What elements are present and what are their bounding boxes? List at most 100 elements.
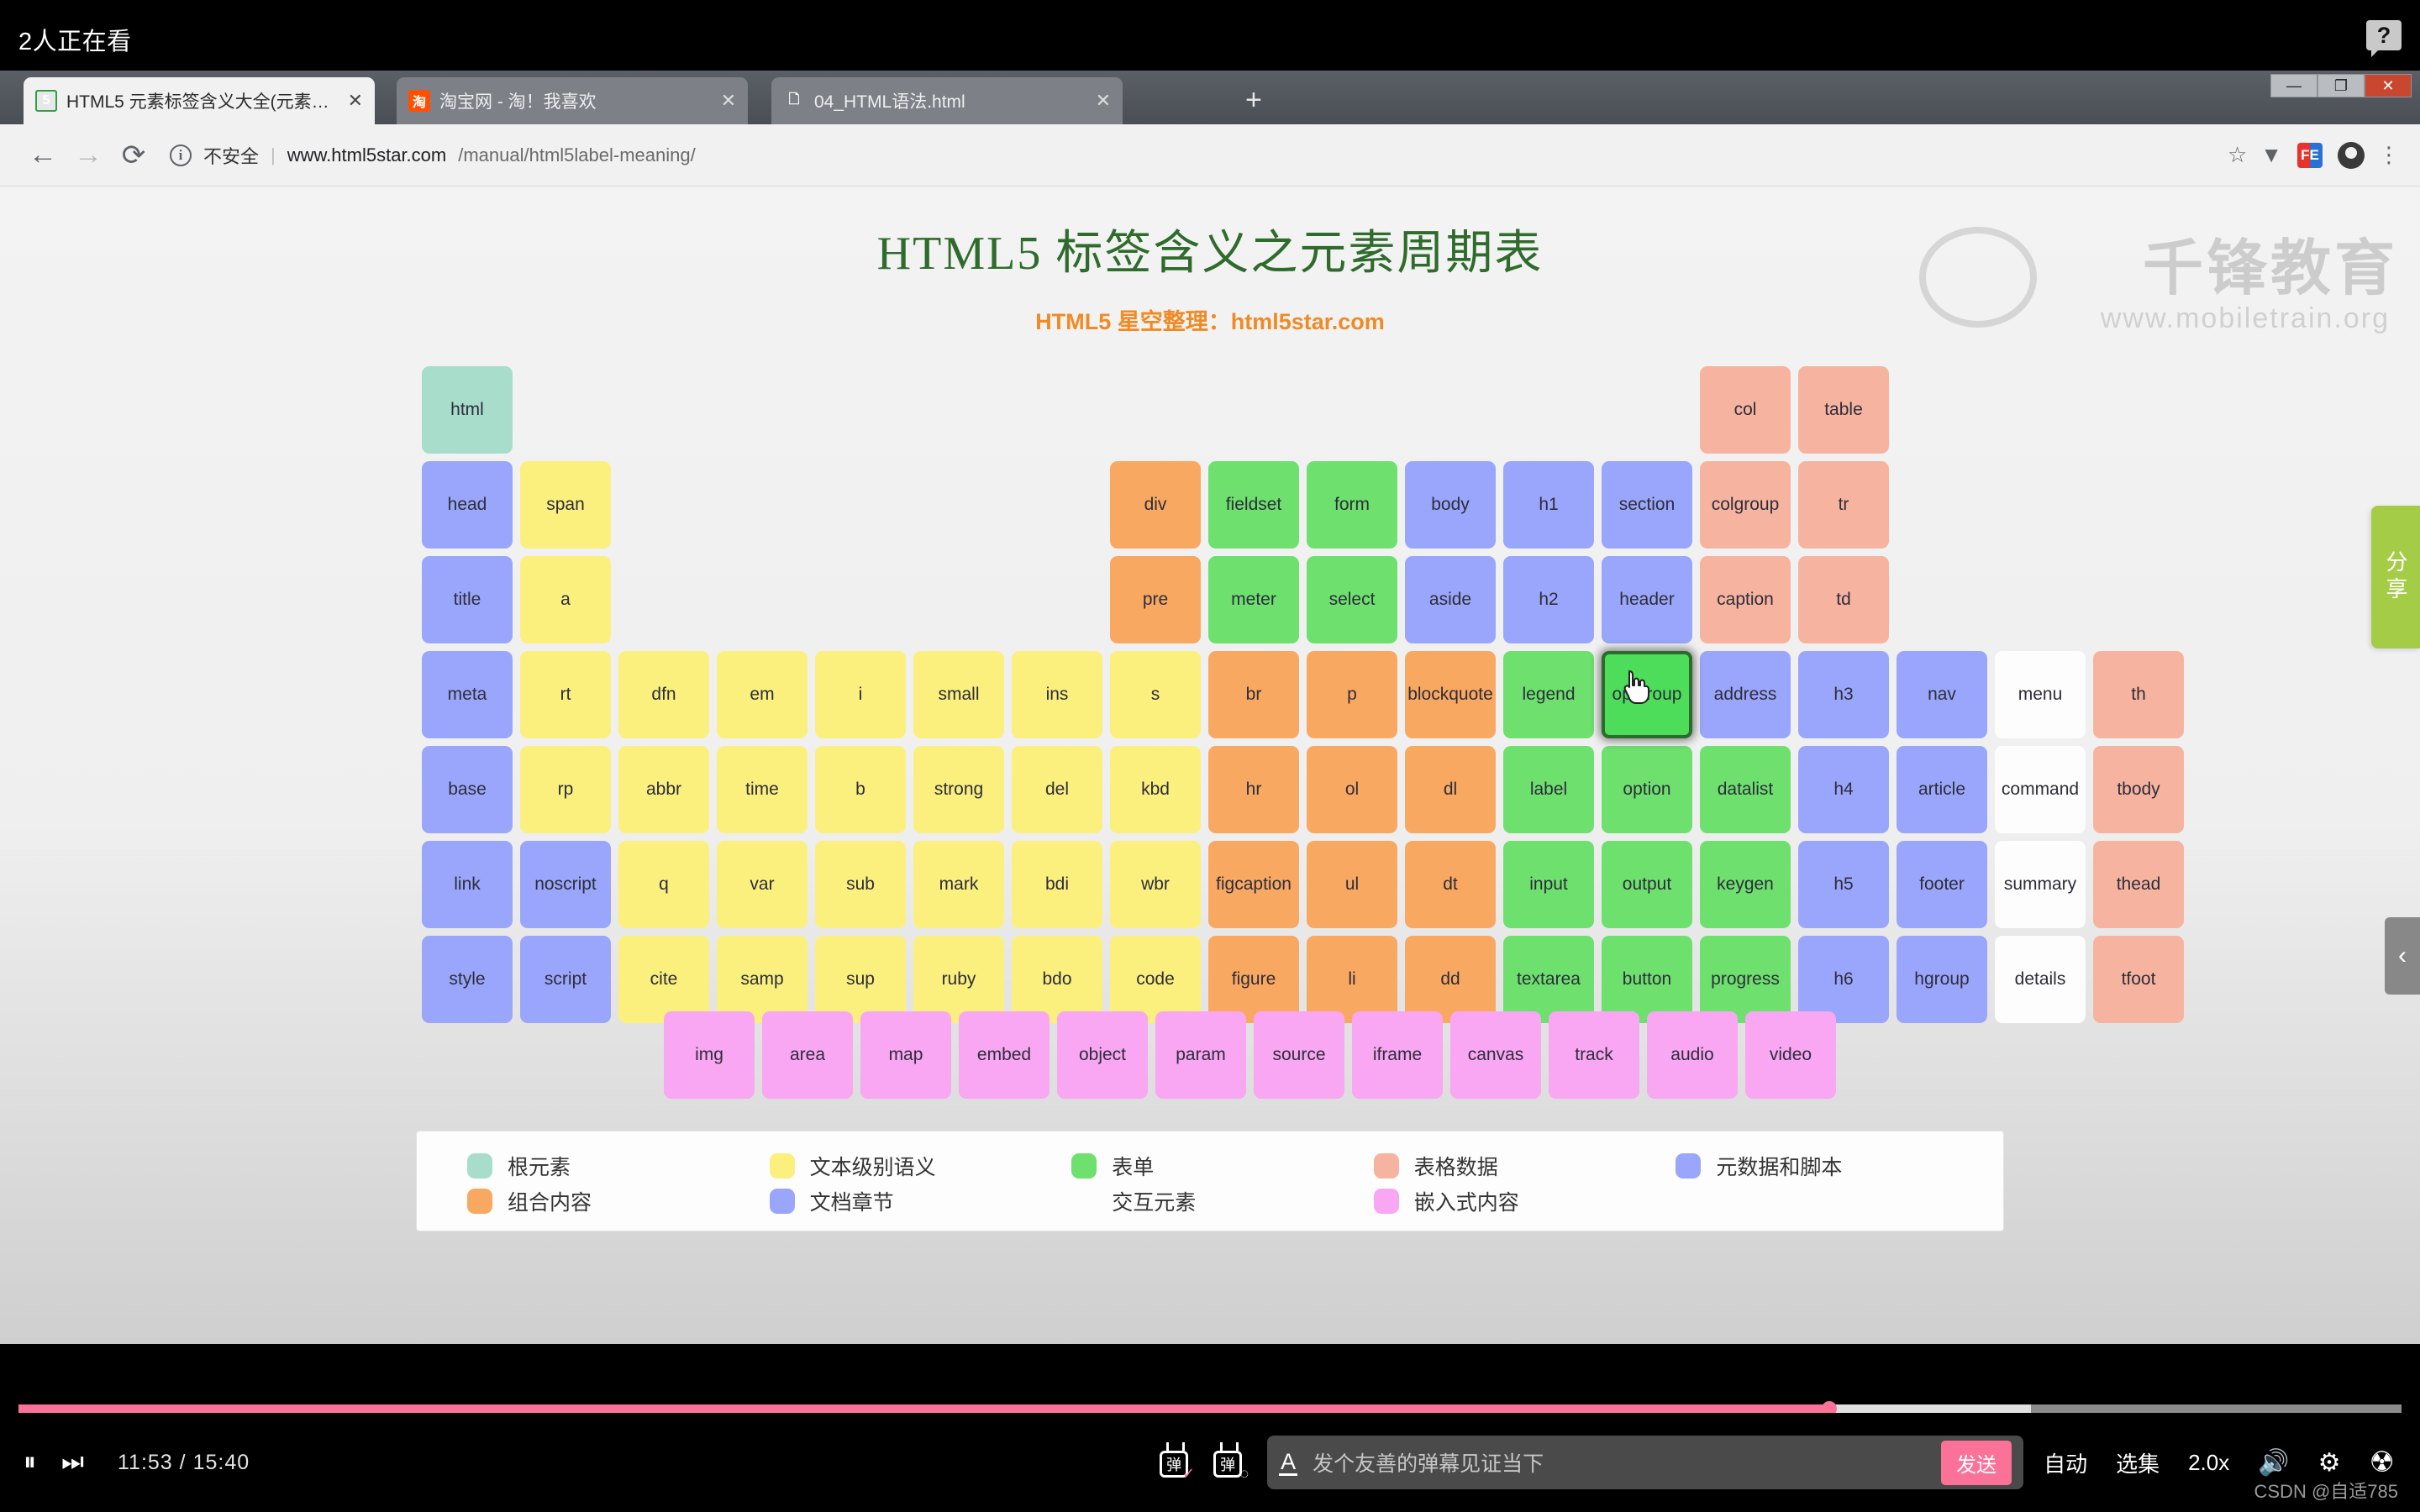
episodes-button[interactable]: 选集 xyxy=(2116,1447,2160,1478)
video-progress-bar[interactable] xyxy=(0,1401,2420,1416)
reload-button[interactable]: ⟳ xyxy=(111,139,156,172)
element-cell-fieldset[interactable]: fieldset xyxy=(1208,461,1299,549)
window-maximize-button[interactable]: ❐ xyxy=(2317,74,2365,97)
site-info-icon[interactable]: i xyxy=(170,144,192,166)
element-cell-hr[interactable]: hr xyxy=(1208,746,1299,833)
new-tab-button[interactable]: + xyxy=(1245,86,1262,114)
forward-button[interactable]: → xyxy=(66,139,111,171)
element-cell-kbd[interactable]: kbd xyxy=(1110,746,1201,833)
element-cell-base[interactable]: base xyxy=(422,746,513,833)
element-cell-del[interactable]: del xyxy=(1012,746,1102,833)
element-cell-head[interactable]: head xyxy=(422,461,513,549)
element-cell-dt[interactable]: dt xyxy=(1405,841,1496,928)
element-cell-figure[interactable]: figure xyxy=(1208,936,1299,1023)
element-cell-nav[interactable]: nav xyxy=(1897,651,1987,738)
collapse-panel-button[interactable]: ‹ xyxy=(2385,917,2420,995)
element-cell-iframe[interactable]: iframe xyxy=(1352,1011,1443,1099)
element-cell-embed[interactable]: embed xyxy=(959,1011,1050,1099)
element-cell-script[interactable]: script xyxy=(520,936,611,1023)
element-cell-h1[interactable]: h1 xyxy=(1503,461,1594,549)
danmaku-settings-icon[interactable]: 弹 ◌ xyxy=(1213,1442,1249,1482)
danmaku-toggle-icon[interactable]: 弹 ✓ xyxy=(1160,1442,1195,1482)
element-cell-body[interactable]: body xyxy=(1405,461,1496,549)
element-cell-map[interactable]: map xyxy=(860,1011,951,1099)
element-cell-strong[interactable]: strong xyxy=(913,746,1004,833)
element-cell-i[interactable]: i xyxy=(815,651,906,738)
element-cell-tr[interactable]: tr xyxy=(1798,461,1889,549)
element-cell-hgroup[interactable]: hgroup xyxy=(1897,936,1987,1023)
element-cell-h5[interactable]: h5 xyxy=(1798,841,1889,928)
element-cell-section[interactable]: section xyxy=(1602,461,1692,549)
back-button[interactable]: ← xyxy=(20,139,66,171)
element-cell-article[interactable]: article xyxy=(1897,746,1987,833)
element-cell-cite[interactable]: cite xyxy=(618,936,709,1023)
playback-speed-button[interactable]: 2.0x xyxy=(2188,1450,2229,1476)
element-cell-address[interactable]: address xyxy=(1700,651,1791,738)
element-cell-form[interactable]: form xyxy=(1307,461,1397,549)
element-cell-a[interactable]: a xyxy=(520,556,611,643)
browser-tab-2[interactable]: 🗋 04_HTML语法.html ✕ xyxy=(771,77,1123,124)
element-cell-div[interactable]: div xyxy=(1110,461,1201,549)
element-cell-h2[interactable]: h2 xyxy=(1503,556,1594,643)
element-cell-button[interactable]: button xyxy=(1602,936,1692,1023)
element-cell-progress[interactable]: progress xyxy=(1700,936,1791,1023)
element-cell-noscript[interactable]: noscript xyxy=(520,841,611,928)
element-cell-option[interactable]: option xyxy=(1602,746,1692,833)
browser-tab-1[interactable]: 淘 淘宝网 - 淘！我喜欢 ✕ xyxy=(397,77,748,124)
browser-tab-0[interactable]: 5 HTML5 元素标签含义大全(元素… ✕ xyxy=(24,77,375,124)
element-cell-ul[interactable]: ul xyxy=(1307,841,1397,928)
element-cell-h6[interactable]: h6 xyxy=(1798,936,1889,1023)
element-cell-label[interactable]: label xyxy=(1503,746,1594,833)
element-cell-menu[interactable]: menu xyxy=(1995,651,2086,738)
element-cell-em[interactable]: em xyxy=(717,651,808,738)
gear-icon[interactable]: ⚙ xyxy=(2318,1448,2341,1478)
element-cell-abbr[interactable]: abbr xyxy=(618,746,709,833)
element-cell-tbody[interactable]: tbody xyxy=(2093,746,2184,833)
element-cell-bdo[interactable]: bdo xyxy=(1012,936,1102,1023)
element-cell-select[interactable]: select xyxy=(1307,556,1397,643)
element-cell-meta[interactable]: meta xyxy=(422,651,513,738)
element-cell-optgroup[interactable]: optgroup xyxy=(1602,651,1692,738)
address-bar[interactable]: i 不安全 | www.html5star.com/manual/html5la… xyxy=(170,135,2201,176)
widescreen-icon[interactable]: ☢ xyxy=(2370,1448,2395,1477)
element-cell-sub[interactable]: sub xyxy=(815,841,906,928)
element-cell-h4[interactable]: h4 xyxy=(1798,746,1889,833)
element-cell-details[interactable]: details xyxy=(1995,936,2086,1023)
tab-close-icon[interactable]: ✕ xyxy=(348,90,363,112)
element-cell-blockquote[interactable]: blockquote xyxy=(1405,651,1496,738)
element-cell-meter[interactable]: meter xyxy=(1208,556,1299,643)
element-cell-ruby[interactable]: ruby xyxy=(913,936,1004,1023)
element-cell-title[interactable]: title xyxy=(422,556,513,643)
element-cell-output[interactable]: output xyxy=(1602,841,1692,928)
element-cell-h3[interactable]: h3 xyxy=(1798,651,1889,738)
element-cell-dl[interactable]: dl xyxy=(1405,746,1496,833)
element-cell-figcaption[interactable]: figcaption xyxy=(1208,841,1299,928)
element-cell-pre[interactable]: pre xyxy=(1110,556,1201,643)
avatar[interactable] xyxy=(2338,141,2365,169)
share-tab-button[interactable]: 分享 xyxy=(2371,506,2420,648)
element-cell-area[interactable]: area xyxy=(762,1011,853,1099)
window-minimize-button[interactable]: — xyxy=(2270,74,2317,97)
element-cell-input[interactable]: input xyxy=(1503,841,1594,928)
element-cell-audio[interactable]: audio xyxy=(1647,1011,1738,1099)
element-cell-bdi[interactable]: bdi xyxy=(1012,841,1102,928)
element-cell-s[interactable]: s xyxy=(1110,651,1201,738)
element-cell-ol[interactable]: ol xyxy=(1307,746,1397,833)
element-cell-html[interactable]: html xyxy=(422,366,513,454)
element-cell-ins[interactable]: ins xyxy=(1012,651,1102,738)
element-cell-samp[interactable]: samp xyxy=(717,936,808,1023)
element-cell-span[interactable]: span xyxy=(520,461,611,549)
bookmark-star-icon[interactable]: ☆ xyxy=(2228,142,2247,168)
element-cell-img[interactable]: img xyxy=(664,1011,755,1099)
element-cell-style[interactable]: style xyxy=(422,936,513,1023)
element-cell-param[interactable]: param xyxy=(1155,1011,1246,1099)
element-cell-keygen[interactable]: keygen xyxy=(1700,841,1791,928)
element-cell-video[interactable]: video xyxy=(1745,1011,1836,1099)
element-cell-p[interactable]: p xyxy=(1307,651,1397,738)
element-cell-dfn[interactable]: dfn xyxy=(618,651,709,738)
element-cell-code[interactable]: code xyxy=(1110,936,1201,1023)
element-cell-caption[interactable]: caption xyxy=(1700,556,1791,643)
send-danmaku-button[interactable]: 发送 xyxy=(1941,1440,2012,1485)
element-cell-li[interactable]: li xyxy=(1307,936,1397,1023)
element-cell-link[interactable]: link xyxy=(422,841,513,928)
